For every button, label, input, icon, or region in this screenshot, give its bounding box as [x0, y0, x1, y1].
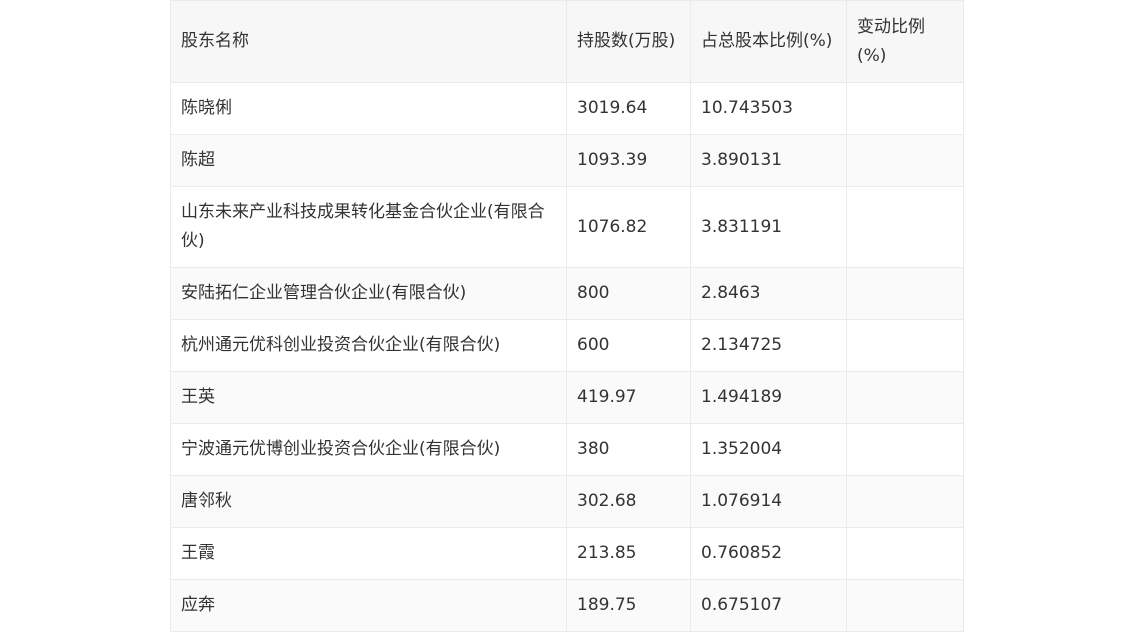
cell-ratio: 0.675107	[690, 579, 847, 632]
header-shareholder-name: 股东名称	[170, 0, 567, 83]
header-shares-held: 持股数(万股)	[566, 0, 691, 83]
shareholder-table-container: 股东名称 持股数(万股) 占总股本比例(%) 变动比例(%) 陈晓俐 3019.…	[170, 0, 964, 632]
cell-name: 王霞	[170, 527, 567, 580]
cell-shares: 1093.39	[566, 134, 691, 187]
cell-change	[846, 319, 964, 372]
cell-change	[846, 371, 964, 424]
table-row: 唐邻秋 302.68 1.076914	[170, 475, 964, 528]
cell-shares: 213.85	[566, 527, 691, 580]
cell-name: 杭州通元优科创业投资合伙企业(有限合伙)	[170, 319, 567, 372]
table-row: 杭州通元优科创业投资合伙企业(有限合伙) 600 2.134725	[170, 319, 964, 372]
cell-shares: 600	[566, 319, 691, 372]
table-header-row: 股东名称 持股数(万股) 占总股本比例(%) 变动比例(%)	[170, 0, 964, 83]
table-row: 安陆拓仁企业管理合伙企业(有限合伙) 800 2.8463	[170, 267, 964, 320]
cell-ratio: 1.494189	[690, 371, 847, 424]
shareholder-table: 股东名称 持股数(万股) 占总股本比例(%) 变动比例(%) 陈晓俐 3019.…	[170, 0, 964, 632]
cell-ratio: 10.743503	[690, 82, 847, 135]
cell-change	[846, 579, 964, 632]
cell-change	[846, 423, 964, 476]
header-share-ratio: 占总股本比例(%)	[690, 0, 847, 83]
cell-shares: 380	[566, 423, 691, 476]
table-row: 宁波通元优博创业投资合伙企业(有限合伙) 380 1.352004	[170, 423, 964, 476]
cell-shares: 800	[566, 267, 691, 320]
cell-shares: 419.97	[566, 371, 691, 424]
cell-shares: 302.68	[566, 475, 691, 528]
cell-ratio: 0.760852	[690, 527, 847, 580]
table-row: 应奔 189.75 0.675107	[170, 579, 964, 632]
cell-ratio: 3.831191	[690, 186, 847, 268]
cell-name: 宁波通元优博创业投资合伙企业(有限合伙)	[170, 423, 567, 476]
header-change-ratio: 变动比例(%)	[846, 0, 964, 83]
cell-name: 安陆拓仁企业管理合伙企业(有限合伙)	[170, 267, 567, 320]
table-row: 王英 419.97 1.494189	[170, 371, 964, 424]
cell-name: 山东未来产业科技成果转化基金合伙企业(有限合伙)	[170, 186, 567, 268]
cell-change	[846, 267, 964, 320]
cell-ratio: 2.134725	[690, 319, 847, 372]
cell-name: 陈超	[170, 134, 567, 187]
cell-ratio: 3.890131	[690, 134, 847, 187]
cell-name: 应奔	[170, 579, 567, 632]
cell-change	[846, 82, 964, 135]
cell-shares: 189.75	[566, 579, 691, 632]
cell-change	[846, 186, 964, 268]
cell-change	[846, 134, 964, 187]
cell-ratio: 1.352004	[690, 423, 847, 476]
table-row: 陈超 1093.39 3.890131	[170, 134, 964, 187]
table-row: 山东未来产业科技成果转化基金合伙企业(有限合伙) 1076.82 3.83119…	[170, 186, 964, 268]
table-row: 王霞 213.85 0.760852	[170, 527, 964, 580]
cell-name: 陈晓俐	[170, 82, 567, 135]
cell-name: 唐邻秋	[170, 475, 567, 528]
cell-shares: 3019.64	[566, 82, 691, 135]
cell-ratio: 1.076914	[690, 475, 847, 528]
cell-change	[846, 527, 964, 580]
cell-ratio: 2.8463	[690, 267, 847, 320]
cell-name: 王英	[170, 371, 567, 424]
cell-shares: 1076.82	[566, 186, 691, 268]
table-row: 陈晓俐 3019.64 10.743503	[170, 82, 964, 135]
cell-change	[846, 475, 964, 528]
